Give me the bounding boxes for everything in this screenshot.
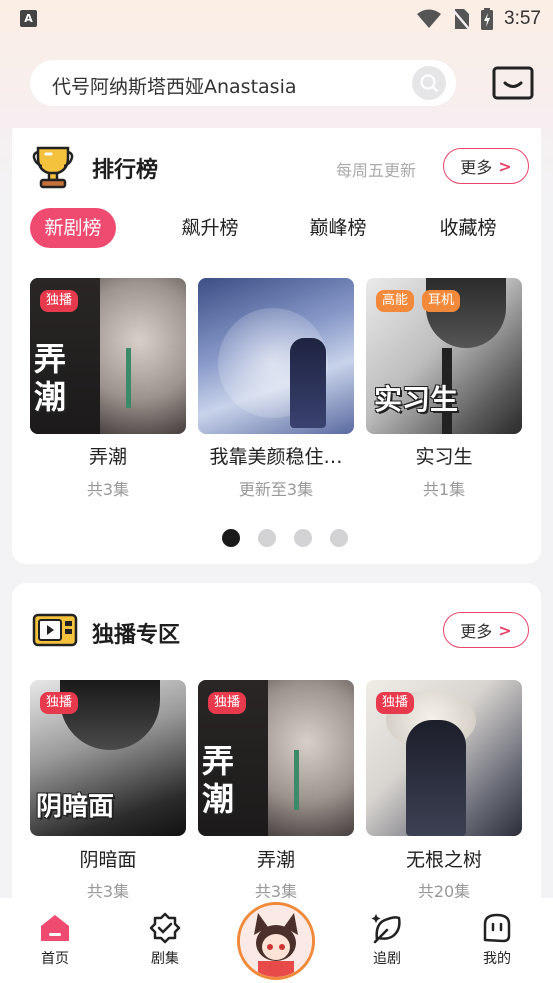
cover-title-art: 弄 潮 [34, 340, 67, 416]
mascot-avatar-icon [240, 905, 312, 977]
battery-charging-icon [481, 8, 494, 30]
cover-image[interactable]: 高能 耳机 实习生 [366, 278, 522, 434]
episode-count: 更新至3集 [238, 480, 314, 499]
mascot-center-button[interactable] [237, 902, 315, 980]
cover-image[interactable]: 独播 [366, 680, 522, 836]
home-icon [41, 915, 69, 941]
badge-exclusive: 独播 [208, 692, 247, 714]
tab-peak[interactable]: 巅峰榜 [298, 208, 378, 248]
drama-title[interactable]: 弄潮 [198, 845, 354, 872]
tab-new[interactable]: 新剧榜 [30, 208, 116, 248]
search-icon [420, 74, 439, 93]
chevron-right-icon: > [498, 620, 512, 640]
profile-icon [483, 913, 511, 943]
cover-title-art: 弄 潮 [202, 742, 235, 818]
tab-rising[interactable]: 飙升榜 [170, 208, 250, 248]
badge-headphones: 耳机 [422, 290, 461, 312]
search-bar[interactable]: 代号阿纳斯塔西娅Anastasia [30, 60, 456, 106]
cover-image[interactable]: 独播 弄 潮 [198, 680, 354, 836]
cover-image[interactable]: 独播 弄 潮 [30, 278, 186, 434]
badge-high-energy: 高能 [376, 290, 415, 312]
page-dot[interactable] [222, 529, 240, 547]
tab-favorites[interactable]: 收藏榜 [428, 208, 508, 248]
exclusive-more-button[interactable]: 更多 > [443, 612, 529, 648]
ranking-section: 排行榜 每周五更新 更多 > 新剧榜 飙升榜 巅峰榜 收藏榜 独播 弄 潮 弄潮 … [12, 128, 541, 564]
page-dot[interactable] [294, 529, 312, 547]
page-dot[interactable] [258, 529, 276, 547]
drama-title[interactable]: 实习生 [366, 442, 522, 469]
drama-title[interactable]: 阴暗面 [30, 845, 186, 872]
clock: 3:57 [504, 8, 541, 29]
cover-title-art: 阴暗面 [36, 792, 115, 822]
status-bar: A 3:57 [0, 0, 553, 40]
no-sim-icon [452, 9, 470, 30]
update-schedule: 每周五更新 [336, 161, 417, 180]
search-input[interactable]: 代号阿纳斯塔西娅Anastasia [52, 72, 297, 99]
exclusive-section: 独播专区 更多 > 独播 阴暗面 阴暗面 共3集 独播 弄 潮 弄潮 共3集 独播… [12, 583, 541, 913]
episode-count: 共1集 [422, 480, 466, 499]
cover-image[interactable]: 独播 阴暗面 [30, 680, 186, 836]
drama-title[interactable]: 无根之树 [366, 845, 522, 872]
search-button[interactable] [412, 66, 446, 100]
tv-icon [32, 613, 78, 651]
page-dot[interactable] [330, 529, 348, 547]
drama-icon [149, 912, 181, 944]
section-title: 排行榜 [92, 158, 159, 183]
ranking-more-button[interactable]: 更多 > [443, 148, 529, 184]
trophy-icon [32, 142, 74, 194]
nav-home[interactable]: 首页 [20, 912, 90, 968]
message-box-button[interactable] [492, 66, 534, 100]
chevron-right-icon: > [498, 156, 512, 176]
follow-icon [371, 914, 401, 944]
nav-profile[interactable]: 我的 [462, 912, 532, 968]
drama-title[interactable]: 我靠美颜稳住… [198, 442, 354, 469]
wifi-icon [417, 9, 442, 28]
inbox-icon [492, 66, 534, 100]
badge-exclusive: 独播 [376, 692, 415, 714]
section-title: 独播专区 [92, 623, 181, 648]
episode-count: 共3集 [86, 480, 130, 499]
nav-follow[interactable]: 追剧 [352, 912, 422, 968]
cover-image[interactable] [198, 278, 354, 434]
badge-exclusive: 独播 [40, 692, 79, 714]
badge-exclusive: 独播 [40, 290, 79, 312]
app-notification-icon: A [20, 10, 37, 27]
cover-title-art: 实习生 [374, 383, 459, 416]
nav-dramas[interactable]: 剧集 [130, 912, 200, 968]
drama-title[interactable]: 弄潮 [30, 442, 186, 469]
